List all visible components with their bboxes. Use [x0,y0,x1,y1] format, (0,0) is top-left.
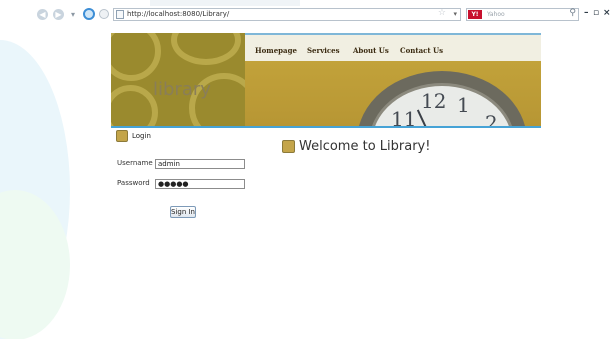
login-title: Login [132,132,151,140]
maximize-button[interactable]: ▫ [593,8,599,18]
background-shape [150,0,300,6]
top-navigation: Homepage Services About Us Contact Us [245,33,541,61]
clock-numeral: 1 [457,93,470,117]
url-text[interactable]: http://localhost:8080/Library/ [127,9,229,20]
page-icon [116,10,124,19]
username-field[interactable]: admin [155,159,245,169]
search-box[interactable]: Y! Yahoo ⚲ [466,8,579,21]
logo-panel: library [111,33,245,126]
welcome-icon [282,140,295,153]
browser-logo-icon [83,8,95,20]
clock-numeral: 11 [391,107,417,126]
chevron-down-icon[interactable]: ▾ [70,9,76,20]
welcome-text: Welcome to Library! [299,139,431,154]
back-icon[interactable]: ◀ [37,9,48,20]
clock-numeral: 12 [421,89,447,113]
login-icon [116,130,128,142]
welcome-heading: Welcome to Library! [282,139,430,154]
favorite-star-icon[interactable]: ☆ [438,8,446,18]
nav-homepage[interactable]: Homepage [255,46,297,55]
nav-about-us[interactable]: About Us [353,46,389,55]
ornament [111,33,161,81]
search-icon[interactable]: ⚲ [569,8,576,18]
ornament [171,33,241,65]
search-input[interactable]: Yahoo [487,9,505,20]
page: ◀ ▶ ▾ http://localhost:8080/Library/ ☆ ▾… [0,0,613,339]
site-banner: library Homepage Services About Us Conta… [111,33,541,126]
ornament [111,85,158,126]
password-label: Password [117,179,150,187]
refresh-icon[interactable] [99,9,109,19]
banner-divider [111,126,541,128]
search-engine-logo[interactable]: Y! [468,10,482,19]
chevron-down-icon[interactable]: ▾ [453,9,457,20]
sign-in-button[interactable]: Sign In [170,206,196,218]
username-label: Username [117,159,153,167]
clock-numeral: 2 [485,111,498,126]
forward-icon[interactable]: ▶ [53,9,64,20]
password-field[interactable]: ●●●●● [155,179,245,189]
close-button[interactable]: × [603,8,611,18]
login-header: Login [116,129,151,143]
site-logo-text: library [153,79,211,100]
address-bar[interactable]: http://localhost:8080/Library/ ☆ ▾ [113,8,461,21]
nav-contact-us[interactable]: Contact Us [400,46,443,55]
minimize-button[interactable]: – [584,8,589,18]
clock-photo: 12 1 11 2 [245,61,541,126]
nav-services[interactable]: Services [307,46,340,55]
